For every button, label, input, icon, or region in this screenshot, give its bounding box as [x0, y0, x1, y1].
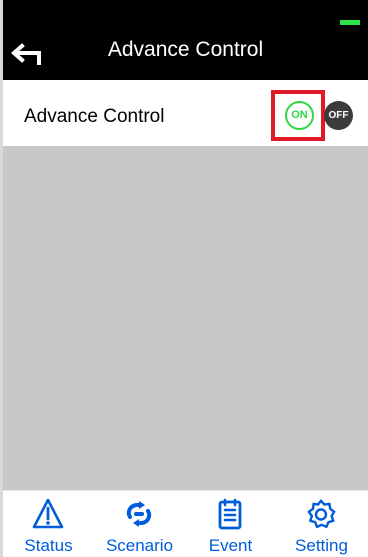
event-calendar-icon — [218, 498, 242, 530]
battery-indicator — [340, 20, 360, 25]
page-title: Advance Control — [107, 38, 264, 61]
nav-setting-label: Setting — [295, 536, 348, 555]
advance-control-screen: Advance Control Advance Control ON OFF S… — [0, 0, 368, 557]
nav-status[interactable]: Status — [3, 491, 94, 557]
empty-content-area — [3, 146, 368, 490]
bottom-navigation: Status Scenario Event Setting — [3, 490, 368, 557]
advance-control-row: Advance Control ON OFF — [3, 80, 368, 153]
nav-event-label: Event — [208, 536, 253, 555]
nav-setting[interactable]: Setting — [276, 491, 367, 557]
toggle-off-button[interactable]: OFF — [324, 101, 353, 130]
gear-icon — [307, 499, 336, 529]
nav-scenario[interactable]: Scenario — [94, 491, 185, 557]
nav-status-label: Status — [24, 536, 73, 555]
advance-control-label: Advance Control — [24, 106, 165, 127]
toggle-on-button[interactable]: ON — [285, 101, 314, 130]
nav-scenario-label: Scenario — [105, 536, 174, 555]
scenario-icon — [126, 501, 152, 527]
warning-triangle-icon — [32, 498, 64, 529]
nav-event[interactable]: Event — [185, 491, 276, 557]
top-header: Advance Control — [3, 0, 368, 80]
